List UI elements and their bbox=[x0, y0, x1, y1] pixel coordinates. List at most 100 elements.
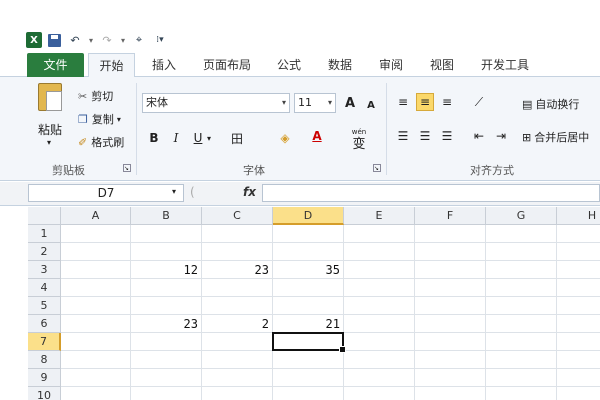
underline-dropdown-icon[interactable]: ▾ bbox=[204, 129, 214, 147]
row-header-5[interactable]: 5 bbox=[28, 297, 61, 315]
tab-review[interactable]: 审阅 bbox=[377, 53, 405, 77]
cell-f10[interactable] bbox=[415, 387, 486, 400]
cell-h4[interactable] bbox=[557, 279, 600, 297]
cell-h6[interactable] bbox=[557, 315, 600, 333]
tab-file[interactable]: 文件 bbox=[27, 53, 84, 77]
save-button[interactable] bbox=[45, 32, 63, 48]
cell-h1[interactable] bbox=[557, 225, 600, 243]
cell-a10[interactable] bbox=[61, 387, 131, 400]
cell-b2[interactable] bbox=[131, 243, 202, 261]
cell-g8[interactable] bbox=[486, 351, 557, 369]
cell-g5[interactable] bbox=[486, 297, 557, 315]
row-header-3[interactable]: 3 bbox=[28, 261, 61, 279]
cell-f9[interactable] bbox=[415, 369, 486, 387]
cell-f6[interactable] bbox=[415, 315, 486, 333]
tab-developer[interactable]: 开发工具 bbox=[478, 53, 532, 77]
cell-e4[interactable] bbox=[344, 279, 415, 297]
format-painter-button[interactable]: ✐ 格式刷 bbox=[78, 134, 124, 150]
row-header-8[interactable]: 8 bbox=[28, 351, 61, 369]
tab-insert[interactable]: 插入 bbox=[149, 53, 179, 77]
paste-dropdown-icon[interactable]: ▾ bbox=[47, 138, 51, 147]
cell-d9[interactable] bbox=[273, 369, 344, 387]
cell-g4[interactable] bbox=[486, 279, 557, 297]
cell-h10[interactable] bbox=[557, 387, 600, 400]
cell-d2[interactable] bbox=[273, 243, 344, 261]
cell-e10[interactable] bbox=[344, 387, 415, 400]
cell-b7[interactable] bbox=[131, 333, 202, 351]
tab-formulas[interactable]: 公式 bbox=[275, 53, 303, 77]
align-top-icon[interactable]: ≡ bbox=[394, 93, 412, 111]
copy-dropdown-icon[interactable]: ▾ bbox=[117, 115, 121, 124]
align-bottom-icon[interactable]: ≡ bbox=[438, 93, 456, 111]
cell-e9[interactable] bbox=[344, 369, 415, 387]
align-right-icon[interactable]: ☰ bbox=[438, 127, 456, 145]
column-header-e[interactable]: E bbox=[344, 207, 415, 225]
cell-a2[interactable] bbox=[61, 243, 131, 261]
cell-d3[interactable]: 35 bbox=[273, 261, 344, 279]
italic-button[interactable]: I bbox=[167, 129, 185, 147]
cancel-icon[interactable]: ( bbox=[190, 185, 195, 199]
fill-color-icon[interactable]: ◈ bbox=[276, 129, 294, 147]
cell-d10[interactable] bbox=[273, 387, 344, 400]
qat-more-icon[interactable]: ⁞▾ bbox=[151, 32, 169, 48]
font-color-icon[interactable]: A bbox=[308, 127, 326, 145]
orientation-icon[interactable]: ⟋ bbox=[470, 93, 488, 111]
cell-c3[interactable]: 23 bbox=[202, 261, 273, 279]
cell-e1[interactable] bbox=[344, 225, 415, 243]
cell-f3[interactable] bbox=[415, 261, 486, 279]
cell-a8[interactable] bbox=[61, 351, 131, 369]
align-middle-icon[interactable]: ≡ bbox=[416, 93, 434, 111]
cell-d6[interactable]: 21 bbox=[273, 315, 344, 333]
cell-c2[interactable] bbox=[202, 243, 273, 261]
phonetic-guide-icon[interactable]: 变 bbox=[350, 133, 368, 152]
paste-button[interactable]: 粘贴 bbox=[38, 121, 62, 138]
cell-c7[interactable] bbox=[202, 333, 273, 351]
cell-d4[interactable] bbox=[273, 279, 344, 297]
cell-e5[interactable] bbox=[344, 297, 415, 315]
row-header-9[interactable]: 9 bbox=[28, 369, 61, 387]
cell-f2[interactable] bbox=[415, 243, 486, 261]
cell-b6[interactable]: 23 bbox=[131, 315, 202, 333]
cell-g7[interactable] bbox=[486, 333, 557, 351]
column-header-c[interactable]: C bbox=[202, 207, 273, 225]
row-header-4[interactable]: 4 bbox=[28, 279, 61, 297]
cell-d1[interactable] bbox=[273, 225, 344, 243]
cell-g3[interactable] bbox=[486, 261, 557, 279]
name-box-dropdown-icon[interactable]: ▾ bbox=[172, 187, 176, 196]
cell-f4[interactable] bbox=[415, 279, 486, 297]
cell-a7[interactable] bbox=[61, 333, 131, 351]
cell-d5[interactable] bbox=[273, 297, 344, 315]
align-center-icon[interactable]: ☰ bbox=[416, 127, 434, 145]
redo-dropdown-icon[interactable]: ▾ bbox=[119, 32, 127, 48]
clipboard-launcher-icon[interactable]: ↘ bbox=[123, 164, 131, 172]
merge-center-button[interactable]: ⊞ 合并后居中 bbox=[522, 129, 589, 145]
font-launcher-icon[interactable]: ↘ bbox=[373, 164, 381, 172]
undo-button[interactable]: ↶ bbox=[66, 32, 84, 48]
cell-b9[interactable] bbox=[131, 369, 202, 387]
cell-b3[interactable]: 12 bbox=[131, 261, 202, 279]
insert-function-icon[interactable]: fx bbox=[243, 185, 256, 199]
row-header-10[interactable]: 10 bbox=[28, 387, 61, 400]
cell-b8[interactable] bbox=[131, 351, 202, 369]
cell-c5[interactable] bbox=[202, 297, 273, 315]
undo-dropdown-icon[interactable]: ▾ bbox=[87, 32, 95, 48]
cell-a9[interactable] bbox=[61, 369, 131, 387]
cell-g10[interactable] bbox=[486, 387, 557, 400]
cell-h3[interactable] bbox=[557, 261, 600, 279]
cell-e6[interactable] bbox=[344, 315, 415, 333]
align-left-icon[interactable]: ☰ bbox=[394, 127, 412, 145]
cell-a6[interactable] bbox=[61, 315, 131, 333]
cell-h9[interactable] bbox=[557, 369, 600, 387]
cell-a3[interactable] bbox=[61, 261, 131, 279]
column-header-h[interactable]: H bbox=[557, 207, 600, 225]
tab-view[interactable]: 视图 bbox=[428, 53, 456, 77]
name-box[interactable]: D7 bbox=[28, 184, 184, 202]
cell-g1[interactable] bbox=[486, 225, 557, 243]
formula-input[interactable] bbox=[262, 184, 600, 202]
cell-g9[interactable] bbox=[486, 369, 557, 387]
copy-button[interactable]: ❐ 复制 ▾ bbox=[78, 111, 121, 127]
excel-logo-icon[interactable]: X bbox=[26, 32, 42, 48]
cell-e7[interactable] bbox=[344, 333, 415, 351]
cell-h5[interactable] bbox=[557, 297, 600, 315]
column-header-a[interactable]: A bbox=[61, 207, 131, 225]
